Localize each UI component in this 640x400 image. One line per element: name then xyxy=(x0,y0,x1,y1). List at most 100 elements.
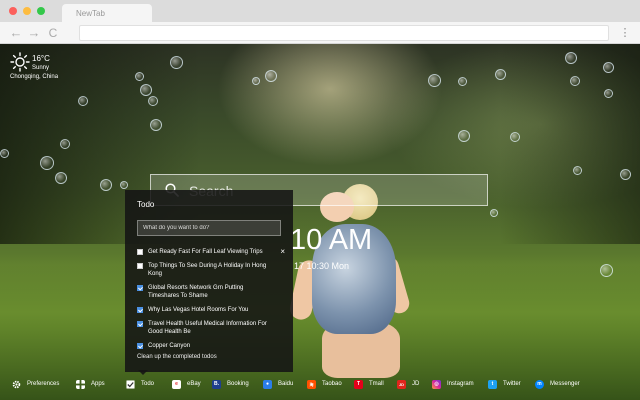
ebay-label: eBay xyxy=(187,381,201,387)
bubble xyxy=(600,264,613,277)
twitter-label: Twitter xyxy=(503,381,521,387)
bubble xyxy=(458,130,470,142)
todo-item[interactable]: Copper Canyon xyxy=(137,342,287,350)
jd-label: JD xyxy=(412,381,420,387)
tmall-shortcut[interactable]: T Tmall xyxy=(354,374,384,394)
messenger-label: Messenger xyxy=(550,381,580,387)
bubble xyxy=(135,72,144,81)
todo-title: Todo xyxy=(137,200,155,209)
tmall-label: Tmall xyxy=(369,381,384,387)
bubble xyxy=(140,84,152,96)
clock-date: 17 10:30 Mon xyxy=(294,261,350,271)
forward-arrow-icon[interactable]: → xyxy=(26,25,42,41)
browser-titlebar: NewTab xyxy=(0,0,640,22)
bubble xyxy=(565,52,577,64)
todo-item-text: Travel Health Useful Medical Information… xyxy=(148,321,267,335)
todo-item-text: Top Things To See During A Holiday In Ho… xyxy=(148,263,267,277)
todo-item[interactable]: Get Ready Fast For Fall Leaf Viewing Tri… xyxy=(137,247,287,256)
weather-condition: Sunny xyxy=(32,65,50,71)
bubble xyxy=(603,62,614,73)
twitter-icon: t xyxy=(488,379,497,389)
sun-icon xyxy=(10,52,30,72)
browser-toolbar: ← → C ⋮ xyxy=(0,22,640,44)
todo-input[interactable] xyxy=(137,220,281,236)
browser-tab[interactable]: NewTab xyxy=(62,4,152,22)
bubble xyxy=(148,96,158,106)
bubble xyxy=(265,70,277,82)
todo-checkbox[interactable] xyxy=(137,249,143,255)
gear-icon xyxy=(12,380,21,388)
taobao-icon: 淘 xyxy=(307,379,316,389)
bottom-bar: Preferences Apps Todo e eBay B. Booking … xyxy=(0,374,640,394)
todo-button[interactable]: Todo xyxy=(126,374,154,394)
bubble xyxy=(252,77,260,85)
todo-item[interactable]: Travel Health Useful Medical Information… xyxy=(137,320,287,336)
bubble xyxy=(620,169,631,180)
ebay-shortcut[interactable]: e eBay xyxy=(172,374,201,394)
bubble xyxy=(100,179,112,191)
todo-checkbox[interactable] xyxy=(137,343,143,349)
grid-icon xyxy=(76,379,85,389)
booking-shortcut[interactable]: B. Booking xyxy=(212,374,249,394)
baidu-label: Baidu xyxy=(278,381,294,387)
delete-todo-icon[interactable]: × xyxy=(280,247,285,256)
todo-label: Todo xyxy=(141,381,155,387)
twitter-shortcut[interactable]: t Twitter xyxy=(488,374,521,394)
weather-location: Chongqing, China xyxy=(10,74,59,80)
todo-item-text: Copper Canyon xyxy=(148,343,191,349)
todo-item-text: Why Las Vegas Hotel Rooms For You xyxy=(148,307,249,313)
todo-checkbox[interactable] xyxy=(137,263,143,269)
bubble xyxy=(150,119,162,131)
bubble xyxy=(428,74,441,87)
browser-menu-icon[interactable]: ⋮ xyxy=(618,25,632,41)
messenger-icon: m xyxy=(535,379,544,389)
minimize-window-button[interactable] xyxy=(23,7,31,15)
taobao-shortcut[interactable]: 淘 Taobao xyxy=(307,374,342,394)
todo-list: Get Ready Fast For Fall Leaf Viewing Tri… xyxy=(137,247,287,356)
messenger-shortcut[interactable]: m Messenger xyxy=(535,374,580,394)
address-bar[interactable] xyxy=(79,25,609,41)
bubble xyxy=(55,172,67,184)
todo-item[interactable]: Why Las Vegas Hotel Rooms For You xyxy=(137,306,287,314)
maximize-window-button[interactable] xyxy=(37,7,45,15)
checkbox-icon xyxy=(126,379,135,389)
baidu-icon: ● xyxy=(263,379,272,389)
bubble xyxy=(490,209,498,217)
tab-title: NewTab xyxy=(76,9,105,18)
reload-icon[interactable]: C xyxy=(45,25,61,41)
back-arrow-icon[interactable]: ← xyxy=(8,25,24,41)
preferences-button[interactable]: Preferences xyxy=(12,374,59,394)
todo-checkbox[interactable] xyxy=(137,285,143,291)
bubble xyxy=(458,77,467,86)
booking-icon: B. xyxy=(212,379,221,389)
todo-checkbox[interactable] xyxy=(137,307,143,313)
instagram-icon: ◎ xyxy=(432,379,441,389)
bubble xyxy=(78,96,88,106)
bubble xyxy=(573,166,582,175)
close-window-button[interactable] xyxy=(9,7,17,15)
todo-item[interactable]: Top Things To See During A Holiday In Ho… xyxy=(137,262,287,278)
instagram-label: Instagram xyxy=(447,381,474,387)
todo-checkbox[interactable] xyxy=(137,321,143,327)
todo-item-text: Get Ready Fast For Fall Leaf Viewing Tri… xyxy=(148,249,263,255)
clear-completed-link[interactable]: Clean up the completed todos xyxy=(137,354,217,360)
todo-item[interactable]: Global Resorts Network Grn Putting Times… xyxy=(137,284,287,300)
bubble xyxy=(170,56,183,69)
tmall-icon: T xyxy=(354,379,363,389)
todo-item-text: Global Resorts Network Grn Putting Times… xyxy=(148,285,244,299)
background-trees xyxy=(500,44,640,244)
bubble xyxy=(604,89,613,98)
bubble xyxy=(60,139,70,149)
taobao-label: Taobao xyxy=(322,381,342,387)
weather-widget[interactable]: 16°C Sunny Chongqing, China xyxy=(10,52,60,84)
bubble xyxy=(570,76,580,86)
bubble xyxy=(0,149,9,158)
clock-time: 10 AM xyxy=(290,224,373,256)
apps-button[interactable]: Apps xyxy=(76,374,105,394)
baidu-shortcut[interactable]: ● Baidu xyxy=(263,374,293,394)
jd-icon: JD xyxy=(397,379,406,389)
instagram-shortcut[interactable]: ◎ Instagram xyxy=(432,374,474,394)
new-tab-page xyxy=(0,44,640,400)
apps-label: Apps xyxy=(91,381,105,387)
jd-shortcut[interactable]: JD JD xyxy=(397,374,419,394)
